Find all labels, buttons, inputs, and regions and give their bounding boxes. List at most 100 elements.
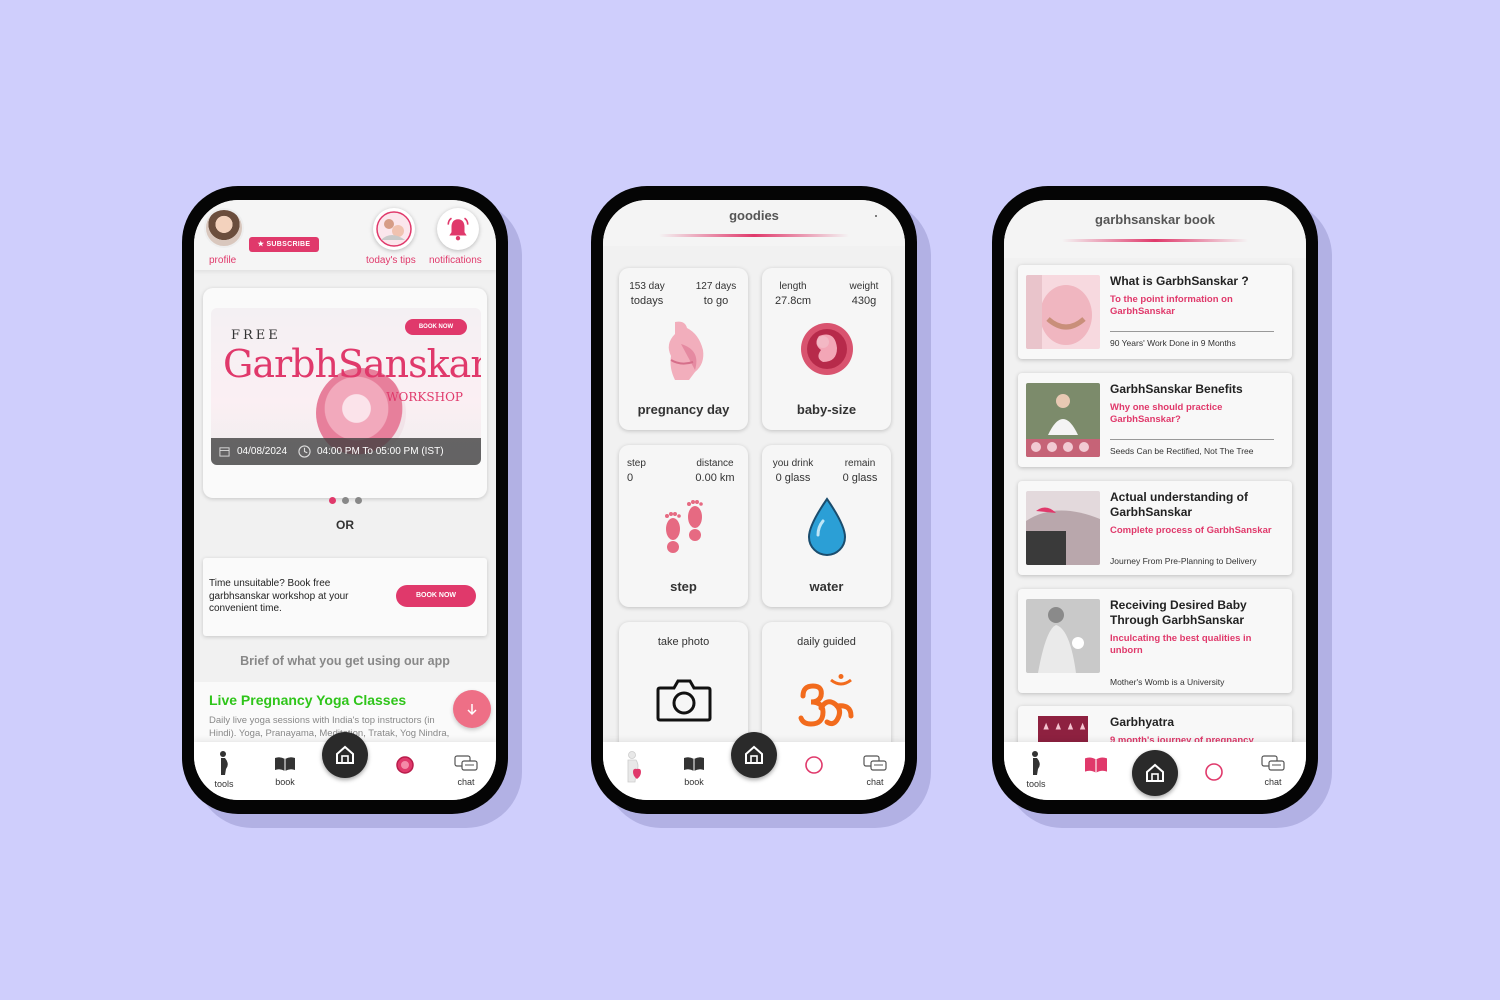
water-drop-icon [807, 497, 847, 556]
chapter-divider [1110, 439, 1274, 440]
water-drunk-value: you drink 0 glass [772, 458, 814, 484]
nav-goodies[interactable] [788, 755, 840, 778]
nav-chat-label: chat [457, 777, 475, 787]
bottom-nav: book chat [603, 732, 905, 800]
home-icon [1146, 763, 1164, 782]
daily-guided-card[interactable]: daily guided [762, 622, 891, 762]
pregnant-woman-pink-icon [627, 751, 641, 783]
banner-time: 04:00 PM To 05:00 PM (IST) [317, 446, 444, 457]
chapter-tagline: Seeds Can be Rectified, Not The Tree [1110, 446, 1254, 456]
chapter-subtitle: To the point information on GarbhSanskar [1110, 294, 1233, 317]
chapter-thumbnail [1026, 599, 1100, 673]
daily-guided-label: daily guided [797, 636, 856, 648]
mother-baby-icon [376, 211, 412, 247]
fetus-icon [801, 323, 853, 375]
profile-avatar[interactable] [204, 208, 244, 248]
nav-book-label: book [275, 777, 295, 787]
bell-icon [447, 217, 469, 241]
chapter-subtitle: Inculcating the best qualities in unborn [1110, 633, 1252, 656]
banner-date: 04/08/2024 [237, 446, 288, 457]
book-chapter-card[interactable]: GarbhSanskar Benefits Why one should pra… [1018, 373, 1292, 467]
nav-chat[interactable]: chat [440, 750, 492, 787]
nav-tools-label: tools [214, 779, 234, 789]
distance-value: distance 0.00 km [695, 458, 735, 484]
nav-chat[interactable]: chat [849, 750, 901, 787]
footprints-icon [665, 500, 703, 553]
bottom-nav: tools chat [1004, 742, 1306, 800]
alt-book-now-button[interactable]: BOOK NOW [396, 585, 476, 607]
pregnancy-day-label: pregnancy day [637, 402, 730, 417]
take-photo-label: take photo [657, 636, 710, 648]
book-chapter-card[interactable]: What is GarbhSanskar ? To the point info… [1018, 265, 1292, 359]
carousel-dot[interactable] [341, 497, 349, 504]
nav-tools[interactable]: tools [198, 750, 250, 789]
scroll-down-button[interactable] [453, 690, 491, 728]
book-screen: garbhsanskar book What is GarbhSanskar ?… [1004, 200, 1306, 800]
nav-chat-label: chat [1264, 777, 1282, 787]
chapter-title: Receiving Desired Baby Through GarbhSans… [1110, 598, 1247, 627]
chapter-title: GarbhSanskar Benefits [1110, 382, 1243, 396]
camera-icon [656, 679, 712, 722]
notifications-label[interactable]: notifications [429, 255, 482, 266]
subscribe-badge[interactable]: ★ SUBSCRIBE [249, 237, 319, 252]
profile-label[interactable]: profile [209, 255, 236, 266]
bottom-nav: tools book chat [194, 732, 496, 800]
nav-home-button[interactable] [322, 732, 368, 778]
book-chapter-card[interactable]: Receiving Desired Baby Through GarbhSans… [1018, 589, 1292, 693]
chapter-title: Actual understanding of GarbhSanskar [1110, 490, 1248, 519]
take-photo-card[interactable]: take photo [619, 622, 748, 762]
baby-size-label: baby-size [796, 402, 857, 417]
book-icon [684, 757, 704, 771]
todays-tips-label[interactable]: today's tips [366, 255, 416, 266]
title-underline [1062, 239, 1248, 242]
water-card[interactable]: you drink 0 glass remain 0 glass water [762, 445, 891, 607]
nav-book[interactable]: book [259, 750, 311, 787]
pregnancy-day-card[interactable]: 153 day todays 127 days to go pregnancy da… [619, 268, 748, 430]
chat-icon [863, 755, 887, 771]
step-card[interactable]: step 0 distance 0.00 km step [619, 445, 748, 607]
chat-icon [1261, 755, 1285, 771]
nav-home-button[interactable] [1132, 750, 1178, 796]
banner-title: GarbhSanskar [223, 342, 481, 386]
goodies-screen: goodies 153 day todays 127 days to go preg… [603, 200, 905, 800]
water-label: water [809, 579, 844, 594]
chapter-title: What is GarbhSanskar ? [1110, 274, 1249, 288]
chapter-divider [1110, 331, 1274, 332]
nav-tools[interactable]: tools [1010, 750, 1062, 789]
todays-tips-button[interactable] [373, 208, 415, 250]
chapter-title: Garbhyatra [1110, 715, 1175, 729]
home-screen: profile ★ SUBSCRIBE today's tips notific… [194, 200, 496, 800]
goodies-header: goodies [603, 200, 905, 246]
water-remaining-value: remain 0 glass [842, 458, 878, 484]
chapter-thumbnail [1026, 491, 1100, 565]
step-count-value: step 0 [627, 458, 646, 484]
brief-heading: Brief of what you get using our app [240, 654, 450, 668]
pregnant-belly-icon [668, 321, 704, 380]
workshop-banner[interactable]: FREE GarbhSanskar WORKSHOP BOOK NOW 04/0… [211, 308, 481, 465]
baby-weight-value: weight 430g [849, 281, 879, 307]
nav-chat[interactable]: chat [1247, 750, 1299, 787]
phone-home: profile ★ SUBSCRIBE today's tips notific… [182, 186, 508, 814]
book-chapter-card[interactable]: Actual understanding of GarbhSanskar Com… [1018, 481, 1292, 575]
nav-home-button[interactable] [731, 732, 777, 778]
step-label: step [670, 579, 697, 594]
home-icon [745, 745, 763, 764]
nav-goodies[interactable] [1188, 762, 1240, 785]
phone-goodies: goodies 153 day todays 127 days to go preg… [591, 186, 917, 814]
goodies-ring-icon [805, 756, 823, 774]
nav-chat-label: chat [866, 777, 884, 787]
goodies-circle-icon [396, 756, 414, 774]
carousel-dot[interactable] [328, 497, 336, 504]
nav-tools-label: tools [1026, 779, 1046, 789]
carousel-dot[interactable] [354, 497, 362, 504]
banner-book-now-button[interactable]: BOOK NOW [405, 319, 467, 335]
baby-size-card[interactable]: length 27.8cm weight 430g baby-size [762, 268, 891, 430]
clock-icon [298, 445, 311, 458]
nav-book[interactable]: book [668, 750, 720, 787]
chapter-thumbnail [1026, 275, 1100, 349]
notifications-button[interactable] [437, 208, 479, 250]
nav-goodies[interactable] [379, 755, 431, 778]
nav-book[interactable] [1070, 754, 1122, 779]
or-divider-text: OR [336, 518, 354, 532]
nav-tools[interactable] [607, 750, 659, 787]
